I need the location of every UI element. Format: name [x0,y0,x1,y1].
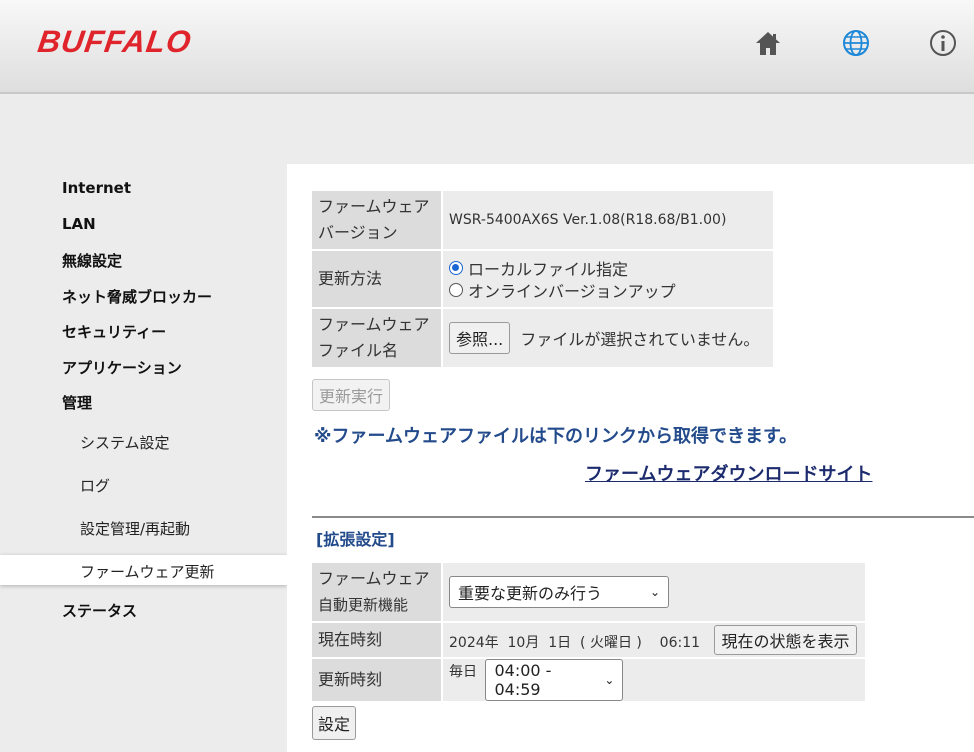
advanced-table: ファームウェア 自動更新機能 重要な更新のみ行う ⌄ 現在時刻 2024年 10月 … [310,561,867,703]
buffalo-logo[interactable]: BUFFALO [35,24,194,60]
auto-update-select[interactable]: 重要な更新のみ行う ⌄ [449,576,669,608]
firmware-version-value: WSR-5400AX6S Ver.1.08(R18.68/B1.00) [443,191,773,249]
update-time-prefix: 毎日 [449,664,477,680]
home-icon[interactable] [753,28,783,58]
sidebar-item-status[interactable]: ステータス [62,600,137,621]
sidebar-item-lan[interactable]: LAN [62,215,96,233]
advanced-settings-title: [拡張設定] [316,530,395,549]
notice-text: ※ファームウェアファイルは下のリンクから取得できます。 [314,426,798,447]
auto-update-value: 重要な更新のみ行う ⌄ [443,563,865,621]
firmware-file-label: ファームウェア ファイル名 [312,309,441,367]
sidebar-item-admin[interactable]: 管理 [62,392,92,413]
sidebar-item-application[interactable]: アプリケーション [62,357,182,378]
sidebar-item-internet[interactable]: Internet [62,179,131,197]
sidebar-subitem-firmware-update[interactable]: ファームウェア更新 [80,561,215,582]
update-time-select[interactable]: 04:00 - 04:59 ⌄ [485,659,624,701]
show-status-button[interactable]: 現在の状態を表示 [714,625,857,655]
sidebar-subitem-config-restart[interactable]: 設定管理/再起動 [80,518,190,539]
update-method-label: 更新方法 [312,251,441,307]
current-time-text: 2024年 10月 1日 ( 火曜日 ) 06:11 [449,635,701,651]
globe-icon[interactable] [841,28,871,58]
header-bar: BUFFALO [0,0,974,94]
sidebar-item-wireless[interactable]: 無線設定 [62,250,122,271]
submit-button[interactable]: 設定 [312,706,357,740]
main-panel: ファームウェア バージョン WSR-5400AX6S Ver.1.08(R18.6… [287,164,974,752]
current-time-label: 現在時刻 [312,623,441,657]
firmware-version-label: ファームウェア バージョン [312,191,441,249]
radio-online-update-control[interactable] [449,283,463,297]
radio-local-file-control[interactable] [449,261,463,275]
download-site-link[interactable]: ファームウェアダウンロードサイト [585,460,872,486]
radio-local-file[interactable]: ローカルファイル指定 [449,257,767,279]
chevron-down-icon: ⌄ [604,673,615,687]
file-status-text: ファイルが選択されていません。 [520,330,760,349]
sidebar-item-threat-blocker[interactable]: ネット脅威ブロッカー [62,286,212,307]
sidebar-item-security[interactable]: セキュリティー [62,321,166,342]
update-method-options: ローカルファイル指定 オンラインバージョンアップ [443,251,773,307]
current-time-value: 2024年 10月 1日 ( 火曜日 ) 06:11 現在の状態を表示 [443,623,865,657]
execute-update-button[interactable]: 更新実行 [312,379,391,411]
divider [312,516,974,518]
firmware-file-value: 参照... ファイルが選択されていません。 [443,309,773,367]
firmware-table: ファームウェア バージョン WSR-5400AX6S Ver.1.08(R18.6… [310,189,775,369]
chevron-down-icon: ⌄ [649,585,660,599]
sidebar-subitem-log[interactable]: ログ [80,475,110,496]
update-time-label: 更新時刻 [312,659,441,701]
radio-online-update[interactable]: オンラインバージョンアップ [449,279,767,301]
update-time-value: 毎日 04:00 - 04:59 ⌄ [443,659,865,701]
info-icon[interactable] [928,28,958,58]
sidebar-subitem-system[interactable]: システム設定 [80,432,170,453]
auto-update-label: ファームウェア 自動更新機能 [312,563,441,621]
browse-button[interactable]: 参照... [449,322,511,354]
